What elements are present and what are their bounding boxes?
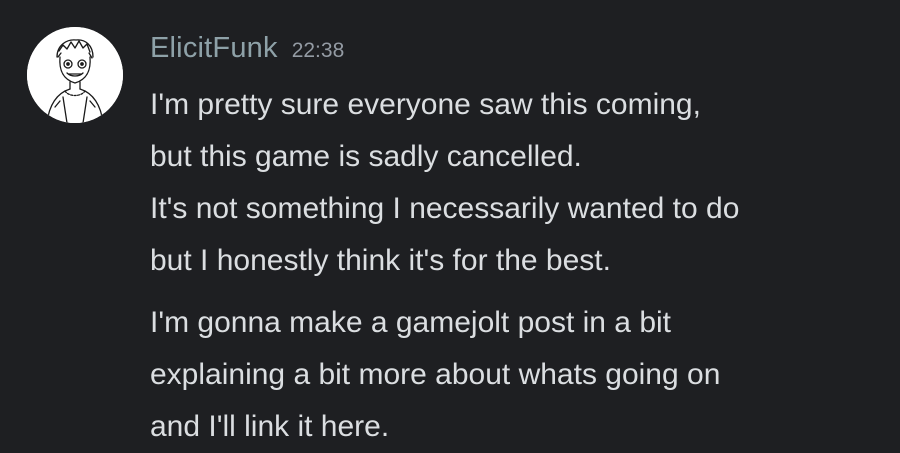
message-line: and I'll link it here.: [150, 410, 390, 443]
message-line: explaining a bit more about whats going …: [150, 358, 721, 391]
message-line: It's not something I necessarily wanted …: [150, 192, 740, 225]
message-paragraph: I'm pretty sure everyone saw this coming…: [150, 79, 890, 287]
message-header: ElicitFunk 22:38: [150, 32, 344, 76]
message-line: but I honestly think it's for the best.: [150, 244, 611, 277]
message-line: I'm gonna make a gamejolt post in a bit: [150, 306, 672, 339]
sketch-character-avatar-icon: [27, 27, 123, 123]
message-line: I'm pretty sure everyone saw this coming…: [150, 88, 701, 121]
avatar[interactable]: [27, 27, 123, 123]
message-line: but this game is sadly cancelled.: [150, 140, 582, 173]
message-paragraph: I'm gonna make a gamejolt post in a bit …: [150, 297, 890, 453]
timestamp[interactable]: 22:38: [292, 39, 345, 62]
chat-message: ElicitFunk 22:38 I'm pretty sure everyone…: [0, 0, 900, 453]
username[interactable]: ElicitFunk: [150, 32, 278, 64]
